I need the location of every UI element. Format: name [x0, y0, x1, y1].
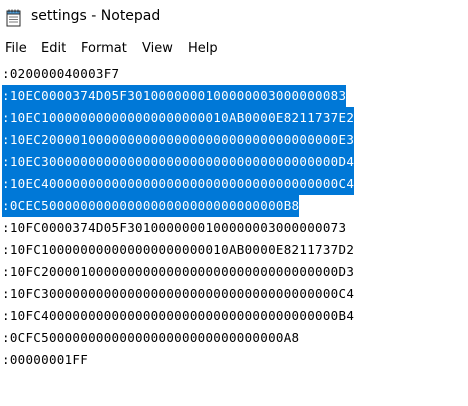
text-editor[interactable]: :020000040003F7 :10EC0000374D05F30100000… [0, 63, 468, 406]
text-line[interactable]: :10FC40000000000000000000000000000000000… [2, 305, 354, 327]
menu-help[interactable]: Help [188, 41, 218, 56]
menu-format[interactable]: Format [81, 41, 127, 56]
notepad-window: settings - Notepad File Edit Format View… [0, 0, 468, 406]
text-line[interactable]: :00000001FF [2, 349, 88, 371]
text-line[interactable]: :0CFC5000000000000000000000000000000A8 [2, 327, 299, 349]
title-bar[interactable]: settings - Notepad [0, 0, 468, 34]
text-line[interactable]: :0CEC5000000000000000000000000000000B8 [2, 195, 300, 217]
menu-view[interactable]: View [142, 41, 173, 56]
text-line[interactable]: :10EC100000000000000000000010AB0000E8211… [2, 107, 355, 129]
menu-bar: File Edit Format View Help [0, 37, 468, 61]
menu-file[interactable]: File [5, 41, 27, 56]
text-line[interactable]: :10FC0000374D05F301000000010000000300000… [2, 217, 346, 239]
notepad-icon [6, 9, 21, 27]
text-line[interactable]: :10EC20000100000000000000000000000000000… [2, 129, 355, 151]
text-line[interactable]: :10FC20000100000000000000000000000000000… [2, 261, 354, 283]
text-line[interactable]: :10EC0000374D05F301000000010000000300000… [2, 85, 347, 107]
text-line[interactable]: :020000040003F7 [2, 63, 119, 85]
menu-edit[interactable]: Edit [41, 41, 66, 56]
text-line[interactable]: :10EC40000000000000000000000000000000000… [2, 173, 355, 195]
text-line[interactable]: :10FC100000000000000000000010AB0000E8211… [2, 239, 354, 261]
text-line[interactable]: :10EC30000000000000000000000000000000000… [2, 151, 355, 173]
text-line[interactable]: :10FC30000000000000000000000000000000000… [2, 283, 354, 305]
window-title: settings - Notepad [31, 8, 161, 24]
